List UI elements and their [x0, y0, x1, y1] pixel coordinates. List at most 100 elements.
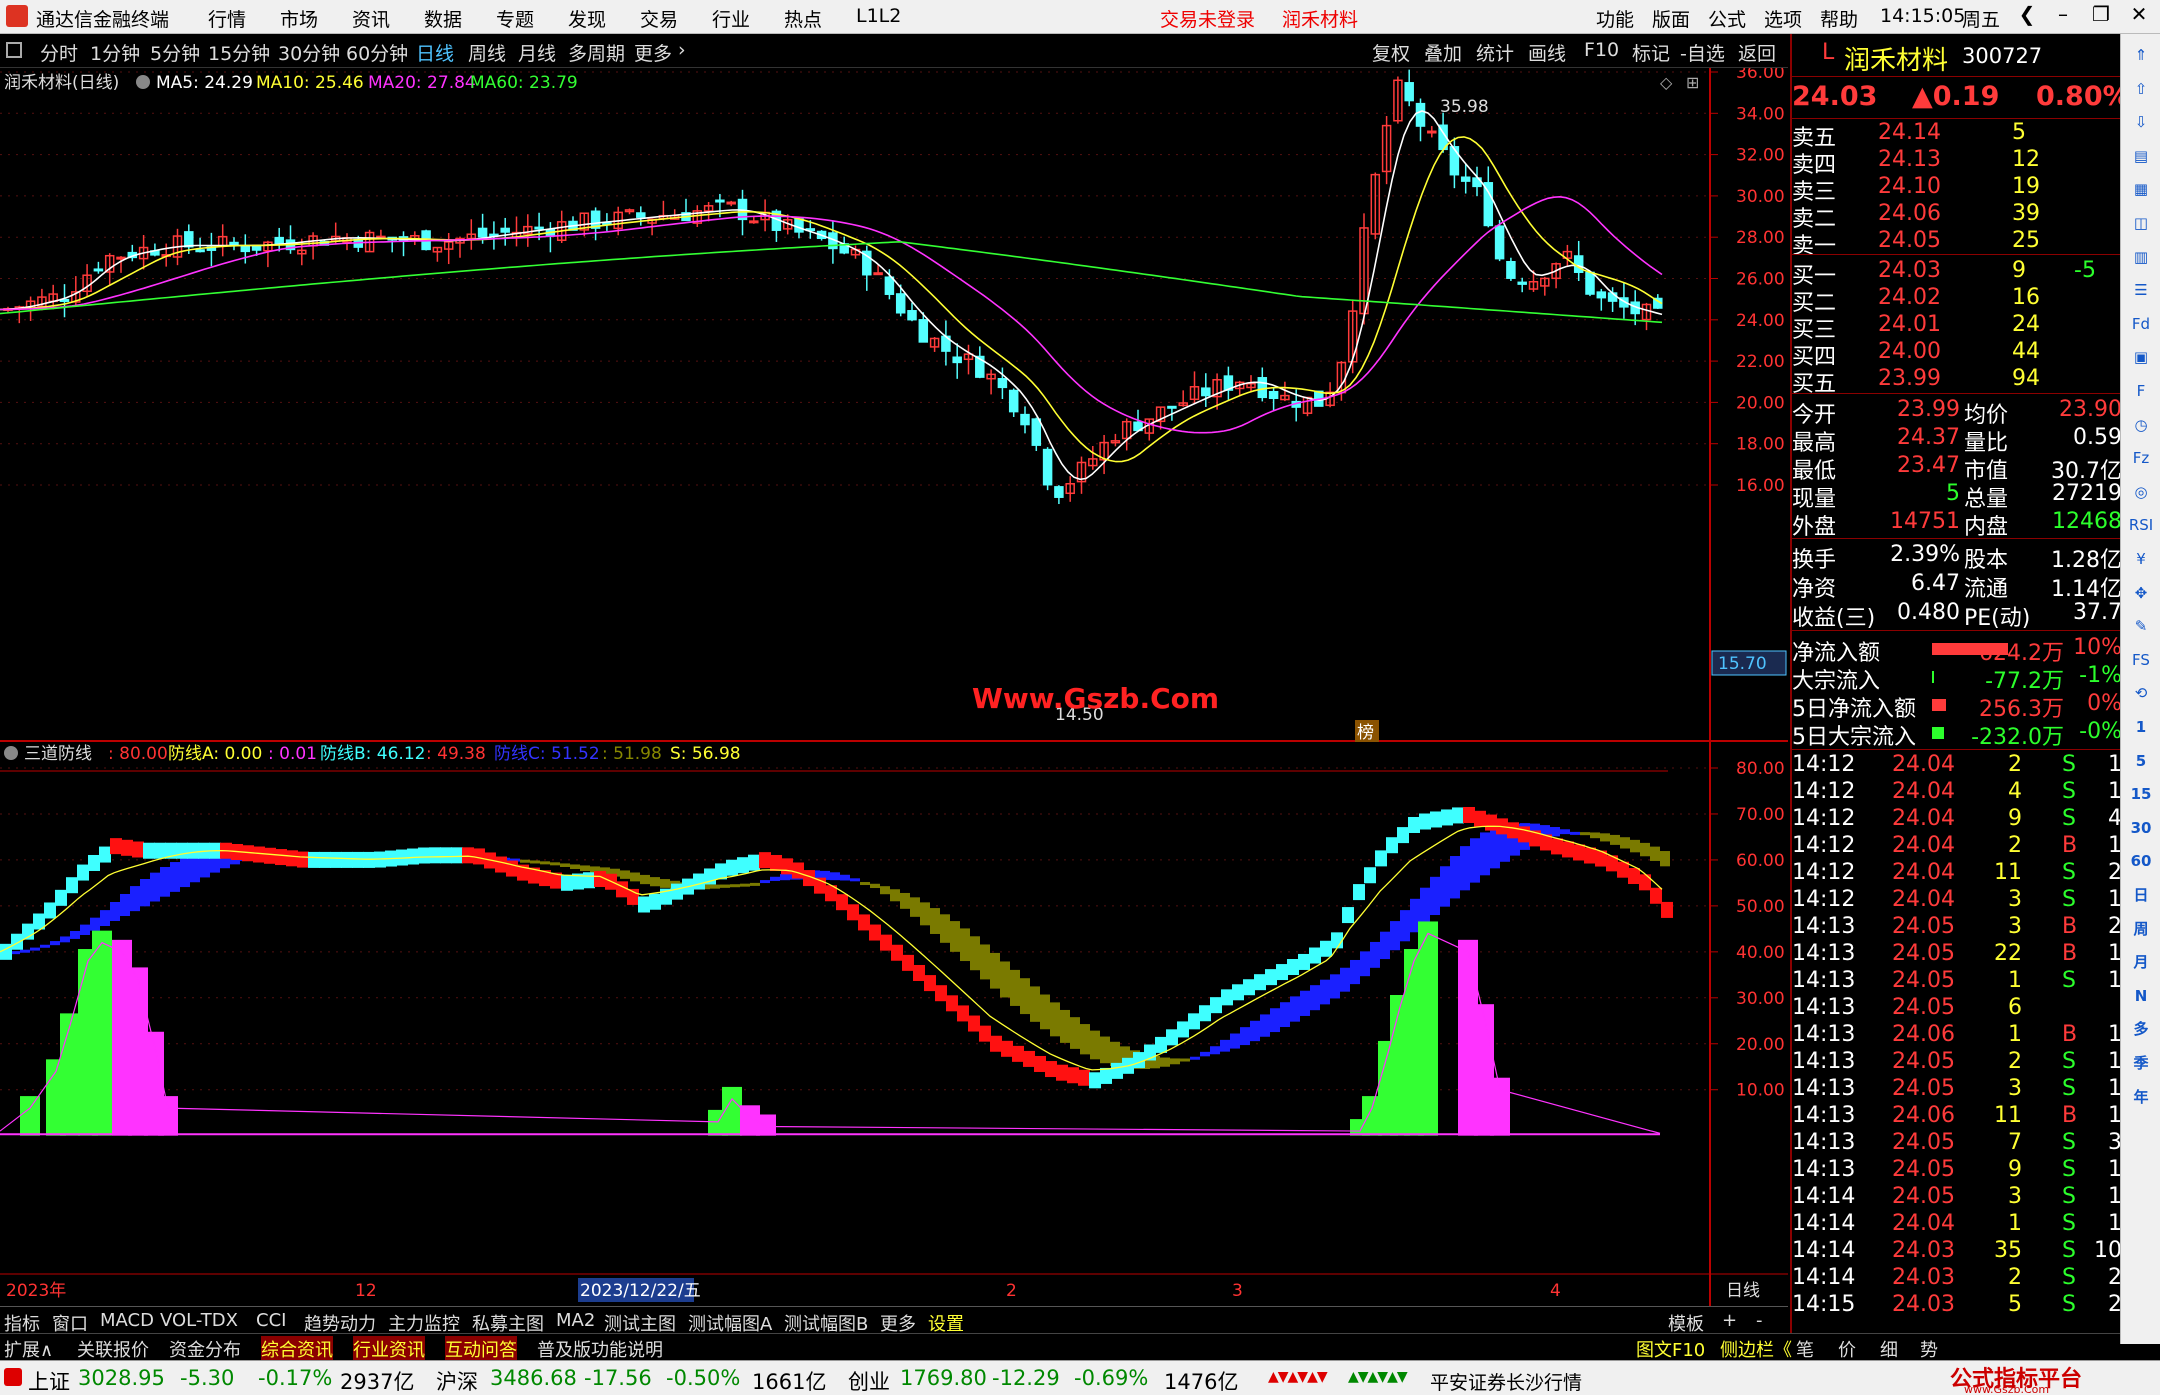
- stat-row[interactable]: 外盘 14751 内盘 12468: [1792, 509, 2122, 540]
- ext-tab-1[interactable]: 关联报价: [77, 1336, 149, 1362]
- tab-right-1[interactable]: +: [1722, 1310, 1737, 1331]
- period-more[interactable]: 更多: [634, 39, 672, 66]
- tab-8[interactable]: MA2: [556, 1310, 595, 1331]
- btn-tongji[interactable]: 统计: [1476, 39, 1514, 66]
- bid-row[interactable]: 买五 23.99 94: [1792, 366, 2122, 397]
- tick-row[interactable]: 14:13 24.05 3 B 2: [1792, 914, 2122, 941]
- stat-row[interactable]: 最低 23.47 市值 30.7亿: [1792, 453, 2122, 484]
- btn-huaxian[interactable]: 画线: [1528, 39, 1566, 66]
- sh-name[interactable]: 上证: [28, 1366, 70, 1395]
- fund-icon[interactable]: Fd: [2127, 311, 2155, 337]
- tab-4[interactable]: CCI: [256, 1310, 286, 1331]
- btn-diejia[interactable]: 叠加: [1424, 39, 1462, 66]
- tick-row[interactable]: 14:13 24.05 6: [1792, 995, 2122, 1022]
- flow-row[interactable]: 5日净流入额 256.3万 0%: [1792, 691, 2122, 722]
- up-icon[interactable]: ⇑: [2127, 42, 2155, 68]
- grid-toggle-icon[interactable]: ⊞: [1686, 73, 1699, 92]
- period-fenshi[interactable]: 分时: [40, 39, 78, 66]
- tick-row[interactable]: 14:14 24.04 1 S 1: [1792, 1211, 2122, 1238]
- tick-row[interactable]: 14:14 24.05 3 S 1: [1792, 1184, 2122, 1211]
- period-shortcut-28[interactable]: N: [2127, 983, 2155, 1009]
- bid-row[interactable]: 买二 24.02 16: [1792, 285, 2122, 316]
- tab-3[interactable]: VOL-TDX: [160, 1310, 238, 1331]
- rsi-icon[interactable]: RSI: [2127, 512, 2155, 538]
- cy-name[interactable]: 创业: [848, 1366, 890, 1395]
- tick-row[interactable]: 14:13 24.05 9 S 1: [1792, 1157, 2122, 1184]
- tab-right-2[interactable]: -: [1756, 1310, 1763, 1331]
- menu-zhuanti[interactable]: 专题: [496, 5, 534, 32]
- ind-settings-icon[interactable]: [4, 746, 18, 760]
- tick-row[interactable]: 14:14 24.03 2 S 2: [1792, 1265, 2122, 1292]
- back-icon[interactable]: ❮: [2012, 2, 2042, 30]
- tick-row[interactable]: 14:12 24.04 3 S 1: [1792, 887, 2122, 914]
- tick-row[interactable]: 14:12 24.04 2 B 1: [1792, 833, 2122, 860]
- tick-row[interactable]: 14:13 24.05 1 S 1: [1792, 968, 2122, 995]
- menu-hangye[interactable]: 行业: [712, 5, 750, 32]
- btn-fanhui[interactable]: 返回: [1738, 39, 1776, 66]
- menu-shuju[interactable]: 数据: [424, 5, 462, 32]
- restore-icon[interactable]: ❐: [2086, 2, 2116, 30]
- period-daily[interactable]: 日线: [416, 39, 454, 66]
- tick-row[interactable]: 14:15 24.03 5 S 2: [1792, 1292, 2122, 1319]
- login-status[interactable]: 交易未登录: [1160, 5, 1255, 32]
- period-60min[interactable]: 60分钟: [346, 39, 408, 66]
- ext-right-3[interactable]: 价: [1838, 1336, 1856, 1362]
- menu-hangqing[interactable]: 行情: [208, 5, 246, 32]
- grid-icon[interactable]: ▣: [2127, 344, 2155, 370]
- fs-icon[interactable]: FS: [2127, 647, 2155, 673]
- menu-zixun[interactable]: 资讯: [352, 5, 390, 32]
- diamond-icon[interactable]: ◇: [1660, 73, 1673, 92]
- chevron-right-icon[interactable]: ›: [678, 39, 686, 61]
- layout-icon[interactable]: [6, 42, 22, 58]
- period-shortcut-22[interactable]: 15: [2127, 781, 2155, 807]
- ext-tab-5[interactable]: 互动问答: [445, 1336, 517, 1362]
- menu-gongneng[interactable]: 功能: [1596, 5, 1634, 32]
- ask-row[interactable]: 卖五 24.14 5: [1792, 120, 2122, 151]
- period-1min[interactable]: 1分钟: [90, 39, 140, 66]
- period-shortcut-24[interactable]: 60: [2127, 848, 2155, 874]
- menu-shichang[interactable]: 市场: [280, 5, 318, 32]
- stat-row[interactable]: 今开 23.99 均价 23.90: [1792, 397, 2122, 428]
- btn-biaoji[interactable]: 标记: [1632, 39, 1670, 66]
- period-shortcut-23[interactable]: 30: [2127, 815, 2155, 841]
- f2-icon[interactable]: Fz: [2127, 445, 2155, 471]
- ask-row[interactable]: 卖一 24.05 25: [1792, 228, 2122, 259]
- menu-banmian[interactable]: 版面: [1652, 5, 1690, 32]
- tick-row[interactable]: 14:12 24.04 9 S 4: [1792, 806, 2122, 833]
- down-arrow-icon[interactable]: ⇩: [2127, 109, 2155, 135]
- period-shortcut-31[interactable]: 年: [2127, 1084, 2155, 1110]
- news-icon[interactable]: ▤: [2127, 143, 2155, 169]
- btn-zixuan[interactable]: -自选: [1680, 39, 1725, 66]
- ext-tab-6[interactable]: 普及版功能说明: [537, 1336, 663, 1362]
- menu-faxian[interactable]: 发现: [568, 5, 606, 32]
- tick-row[interactable]: 14:13 24.06 11 B 1: [1792, 1103, 2122, 1130]
- bid-row[interactable]: 买三 24.01 24: [1792, 312, 2122, 343]
- btn-fuquan[interactable]: 复权: [1372, 39, 1410, 66]
- tick-row[interactable]: 14:12 24.04 2 S 1: [1792, 752, 2122, 779]
- ext-right-1[interactable]: 侧边栏《: [1720, 1336, 1792, 1362]
- flow-row[interactable]: 5日大宗流入 -232.0万 -0%: [1792, 719, 2122, 750]
- ext-right-0[interactable]: 图文F10: [1636, 1336, 1705, 1362]
- ask-row[interactable]: 卖二 24.06 39: [1792, 201, 2122, 232]
- sz-name[interactable]: 沪深: [436, 1366, 478, 1395]
- menu-jiaoyi[interactable]: 交易: [640, 5, 678, 32]
- sync-icon[interactable]: ⟲: [2127, 680, 2155, 706]
- menu-gongshi[interactable]: 公式: [1708, 5, 1746, 32]
- period-shortcut-26[interactable]: 周: [2127, 916, 2155, 942]
- menu-xuanxiang[interactable]: 选项: [1764, 5, 1802, 32]
- settings-dot-icon[interactable]: [136, 75, 150, 89]
- period-weekly[interactable]: 周线: [468, 39, 506, 66]
- ext-right-2[interactable]: 笔: [1796, 1336, 1814, 1362]
- stat2-row[interactable]: 收益(三) 0.480 PE(动) 37.7: [1792, 600, 2122, 631]
- close-icon[interactable]: ✕: [2124, 2, 2154, 30]
- pen-icon[interactable]: ✎: [2127, 613, 2155, 639]
- bid-row[interactable]: 买四 24.00 44: [1792, 339, 2122, 370]
- up-arrow-icon[interactable]: ⇧: [2127, 76, 2155, 102]
- tick-row[interactable]: 14:13 24.05 3 S 1: [1792, 1076, 2122, 1103]
- menu-bangzhu[interactable]: 帮助: [1820, 5, 1858, 32]
- clock-icon[interactable]: ◷: [2127, 412, 2155, 438]
- stat-row[interactable]: 最高 24.37 量比 0.59: [1792, 425, 2122, 456]
- compass-icon[interactable]: ◎: [2127, 479, 2155, 505]
- stat2-row[interactable]: 净资 6.47 流通 1.14亿: [1792, 571, 2122, 602]
- period-shortcut-25[interactable]: 日: [2127, 882, 2155, 908]
